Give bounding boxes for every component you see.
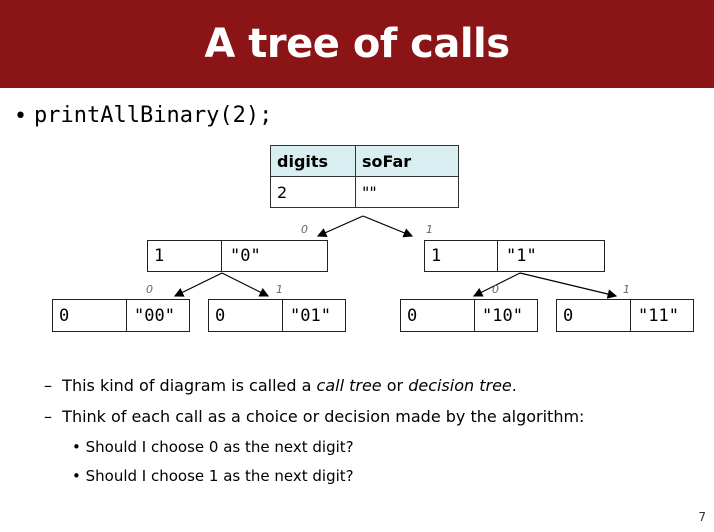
node-sofar: "1": [497, 241, 604, 271]
sub2-text: Should I choose 1 as the next digit?: [85, 467, 354, 485]
dash-marker: –: [44, 376, 63, 395]
node-sofar: "10": [474, 300, 537, 331]
edge-label-10: 0: [492, 283, 499, 296]
edge-label-0: 0: [301, 223, 308, 236]
note1-prefix: This kind of diagram is called a: [62, 376, 317, 395]
note2-text: Think of each call as a choice or decisi…: [62, 407, 585, 426]
node-digits: 0: [563, 305, 574, 326]
node-sofar: "00": [126, 300, 189, 331]
note1-suffix: .: [511, 376, 517, 395]
edge-left-right: [221, 272, 270, 297]
edge-root-left: [316, 215, 364, 237]
edge-root-right: [362, 215, 414, 238]
call-node-1: 1 "1": [424, 240, 605, 272]
term-call-tree: call tree: [316, 376, 382, 395]
edge-label-01: 1: [276, 283, 283, 296]
node-sofar: "0": [221, 241, 327, 271]
node-digits: 0: [215, 305, 226, 326]
page-number: 7: [698, 510, 706, 524]
note1-mid: or: [381, 376, 409, 395]
edge-label-11: 1: [623, 283, 630, 296]
term-decision-tree: decision tree: [408, 376, 512, 395]
edge-label-00: 0: [146, 283, 153, 296]
call-node-00: 0 "00": [52, 299, 190, 332]
note-line-2: – Think of each call as a choice or deci…: [44, 407, 584, 426]
bullet-dot: •: [72, 467, 86, 485]
edge-left-left: [173, 272, 223, 297]
node-sofar: "01": [282, 300, 345, 331]
dash-marker: –: [44, 407, 63, 426]
sub1-text: Should I choose 0 as the next digit?: [85, 438, 354, 456]
sub-bullet-1: • Should I choose 0 as the next digit?: [72, 438, 354, 456]
call-node-01: 0 "01": [208, 299, 346, 332]
call-node-10: 0 "10": [400, 299, 538, 332]
note-line-1: – This kind of diagram is called a call …: [44, 376, 517, 395]
node-digits: 0: [59, 305, 70, 326]
bullet-dot: •: [72, 438, 86, 456]
sub-bullet-2: • Should I choose 1 as the next digit?: [72, 467, 354, 485]
node-digits: 0: [407, 305, 418, 326]
node-sofar: "11": [630, 300, 693, 331]
node-digits: 1: [154, 246, 165, 266]
node-digits: 1: [431, 246, 442, 266]
call-node-0: 1 "0": [147, 240, 328, 272]
call-node-11: 0 "11": [556, 299, 694, 332]
edge-right-right: [519, 272, 618, 299]
edge-label-1: 1: [426, 223, 433, 236]
